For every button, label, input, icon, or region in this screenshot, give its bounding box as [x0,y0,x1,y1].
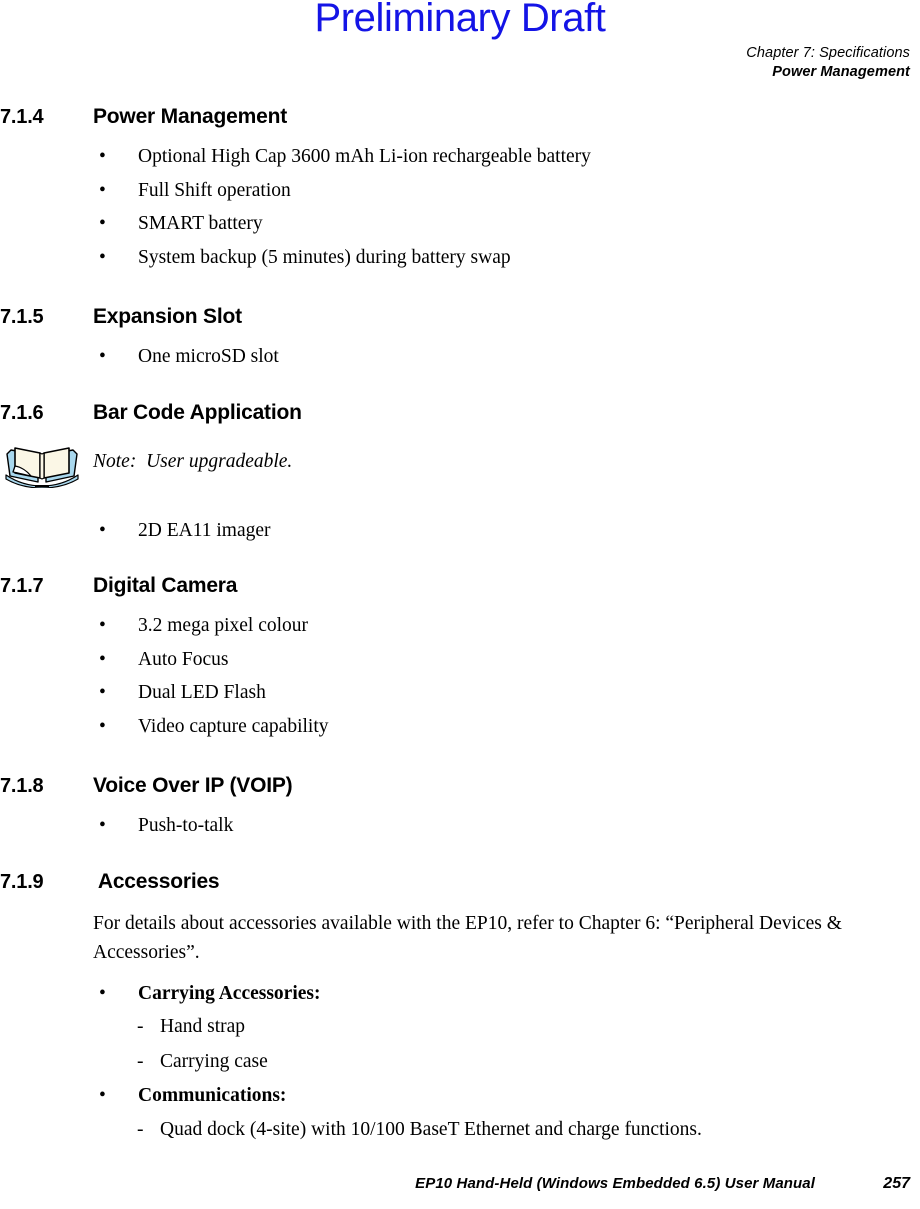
list-item: • 3.2 mega pixel colour [0,609,920,643]
section-number: 7.1.9 [0,870,44,893]
list-item-label: SMART battery [138,213,263,234]
section-title: Digital Camera [93,574,238,597]
bullet-icon: • [99,346,106,367]
list-item-label: Auto Focus [138,648,229,670]
spec-list: • Push-to-talk [0,809,920,843]
section-expansion-slot: 7.1.5 Expansion Slot • One microSD slot [0,304,920,374]
list-item-label: 3.2 mega pixel colour [138,615,309,636]
bullet-icon: • [99,146,106,167]
bullet-icon: • [99,648,106,670]
list-item: • SMART battery [0,207,920,241]
section-accessories: 7.1.9 Accessories For details about acce… [0,869,920,1148]
document-page: Preliminary Draft Chapter 7: Specificati… [0,0,920,1209]
group-label: Carrying Accessories: [138,982,321,1004]
list-item-label: One microSD slot [138,346,279,367]
bullet-icon: • [99,615,106,636]
list-item: • Carrying Accessories: [0,977,920,1011]
section-bar-code-application: 7.1.6 Bar Code Application Note: User up… [0,400,920,548]
list-item: • System backup (5 minutes) during batte… [0,241,920,275]
dash-icon: - [137,1118,144,1140]
bullet-icon: • [99,682,106,703]
list-item-label: Push-to-talk [138,815,234,836]
list-item: • One microSD slot [0,340,920,374]
page-footer: EP10 Hand-Held (Windows Embedded 6.5) Us… [0,1171,920,1197]
dash-icon: - [137,1050,144,1072]
note-callout: Note: User upgradeable. [0,440,920,489]
note-text: Note: User upgradeable. [93,450,293,472]
bullet-icon: • [99,715,106,737]
list-item: - Hand strap [0,1010,920,1045]
accessory-group-list: • Communications: [0,1079,920,1113]
running-head-chapter: Chapter 7: Specifications [746,45,910,61]
list-item-label: Dual LED Flash [138,682,266,703]
open-book-icon [4,442,80,489]
bullet-icon: • [99,982,106,1004]
spec-list: • 2D EA11 imager [0,514,920,548]
bullet-icon: • [99,246,106,268]
section-heading: 7.1.5 Expansion Slot [0,304,920,330]
section-heading: 7.1.8 Voice Over IP (VOIP) [0,773,920,799]
section-heading: 7.1.9 Accessories [0,869,920,895]
section-number: 7.1.6 [0,401,44,424]
section-heading: 7.1.6 Bar Code Application [0,400,920,426]
document-content: 7.1.4 Power Management • Optional High C… [0,104,920,1147]
list-item: - Quad dock (4-site) with 10/100 BaseT E… [0,1113,920,1148]
list-item-label: Full Shift operation [138,179,291,201]
section-number: 7.1.4 [0,106,44,128]
spec-list: • One microSD slot [0,340,920,374]
group-label: Communications: [138,1085,287,1106]
running-head: Chapter 7: Specifications Power Manageme… [746,44,910,82]
draft-watermark-title: Preliminary Draft [314,0,606,40]
list-item-label: System backup (5 minutes) during battery… [138,246,511,268]
list-item: • Push-to-talk [0,809,920,843]
section-title: Voice Over IP (VOIP) [93,774,293,797]
list-item-label: Hand strap [160,1016,246,1037]
list-item-label: Video capture capability [138,715,329,737]
list-item: • Dual LED Flash [0,676,920,710]
bullet-icon: • [99,1085,106,1106]
spec-list: • 3.2 mega pixel colour • Auto Focus • D… [0,609,920,743]
bullet-icon: • [99,519,106,541]
footer-manual-title: EP10 Hand-Held (Windows Embedded 6.5) Us… [415,1175,815,1192]
section-title: Bar Code Application [93,400,302,424]
bullet-icon: • [99,815,106,836]
list-item-label: Quad dock (4-site) with 10/100 BaseT Eth… [160,1118,702,1140]
running-head-topic: Power Management [772,64,910,80]
list-item: • 2D EA11 imager [0,514,920,548]
section-voice-over-ip: 7.1.8 Voice Over IP (VOIP) • Push-to-tal… [0,773,920,843]
section-title: Power Management [93,105,288,128]
list-item: • Communications: [0,1079,920,1113]
accessory-subitem-list: - Quad dock (4-site) with 10/100 BaseT E… [0,1113,920,1148]
accessory-group-list: • Carrying Accessories: [0,977,920,1011]
footer-page-number: 257 [883,1175,910,1192]
list-item-label: Carrying case [160,1050,268,1072]
accessory-subitem-list: - Hand strap - Carrying case [0,1010,920,1079]
section-title: Accessories [93,869,220,893]
section-heading: 7.1.7 Digital Camera [0,573,920,599]
bullet-icon: • [99,179,106,201]
section-number: 7.1.5 [0,306,44,328]
section-power-management: 7.1.4 Power Management • Optional High C… [0,104,920,274]
spec-list: • Optional High Cap 3600 mAh Li-ion rech… [0,140,920,274]
bullet-icon: • [99,213,106,234]
section-number: 7.1.8 [0,775,44,797]
section-digital-camera: 7.1.7 Digital Camera • 3.2 mega pixel co… [0,573,920,743]
accessories-intro-paragraph: For details about accessories available … [93,912,842,963]
dash-icon: - [137,1016,144,1037]
section-number: 7.1.7 [0,575,44,597]
section-heading: 7.1.4 Power Management [0,104,920,130]
list-item: • Auto Focus [0,643,920,677]
section-title: Expansion Slot [93,305,242,328]
list-item: • Video capture capability [0,710,920,744]
list-item-label: Optional High Cap 3600 mAh Li-ion rechar… [138,146,591,167]
list-item: - Carrying case [0,1045,920,1080]
list-item: • Optional High Cap 3600 mAh Li-ion rech… [0,140,920,174]
list-item-label: 2D EA11 imager [138,519,271,541]
list-item: • Full Shift operation [0,174,920,208]
